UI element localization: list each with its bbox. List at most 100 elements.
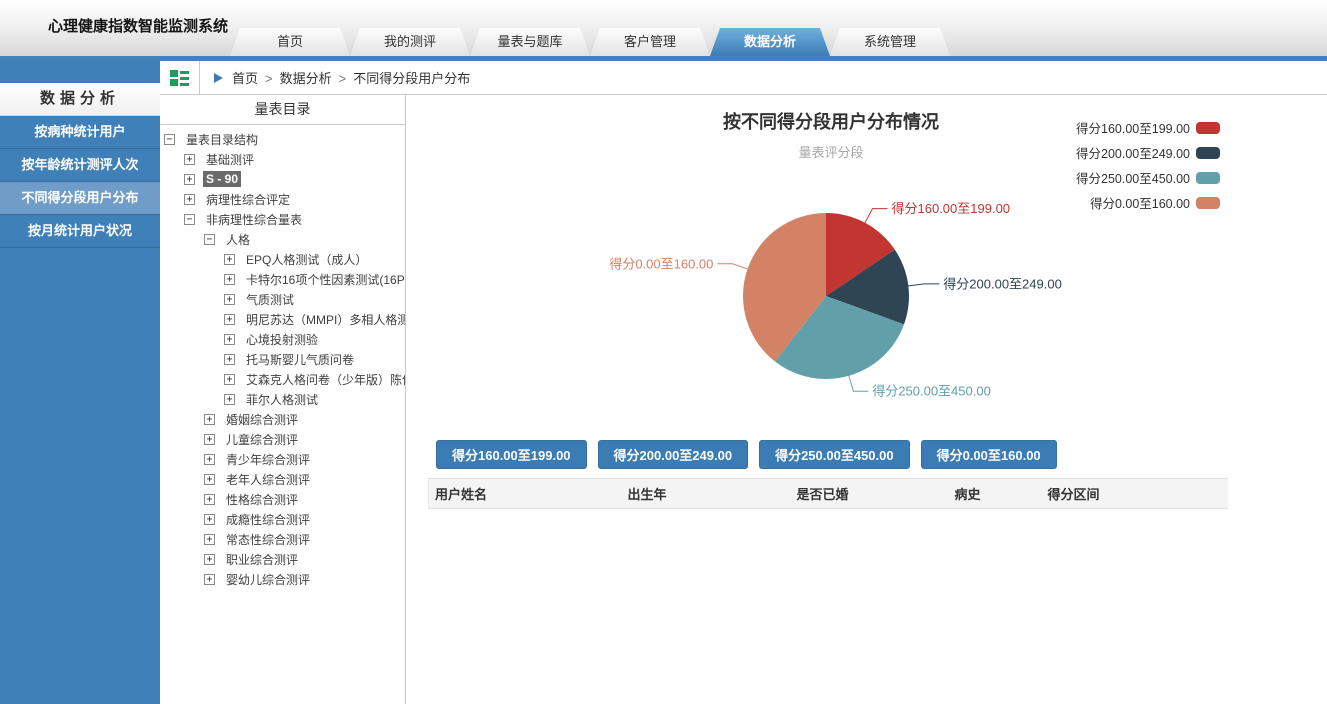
nav-tab[interactable]: 系统管理 bbox=[830, 28, 950, 56]
tree-item-label: 婴幼儿综合测评 bbox=[223, 570, 313, 589]
score-range-filter-button[interactable]: 得分0.00至160.00 bbox=[921, 440, 1057, 469]
tree-item[interactable]: + 气质测试 bbox=[160, 289, 405, 309]
tree-item-label: 病理性综合评定 bbox=[203, 190, 293, 209]
tree-toggle-icon[interactable]: + bbox=[204, 454, 215, 465]
tree-toggle-icon[interactable]: + bbox=[204, 494, 215, 505]
score-range-filter-button[interactable]: 得分160.00至199.00 bbox=[436, 440, 587, 469]
user-table-header-row: 用户姓名 出生年 是否已婚 病史 得分区间 bbox=[429, 479, 1229, 509]
tree-toggle-icon[interactable]: + bbox=[184, 194, 195, 205]
nav-tab[interactable]: 首页 bbox=[230, 28, 350, 56]
tree-toggle-icon[interactable]: − bbox=[204, 234, 215, 245]
tree-item-label: 老年人综合测评 bbox=[223, 470, 313, 489]
pie-label-line-0 bbox=[865, 209, 888, 224]
legend-swatch bbox=[1196, 172, 1220, 184]
tree-toggle-icon[interactable]: + bbox=[224, 394, 235, 405]
tree-item[interactable]: + 病理性综合评定 bbox=[160, 189, 405, 209]
tree-item[interactable]: + 常态性综合测评 bbox=[160, 529, 405, 549]
tree-item-label: 量表目录结构 bbox=[183, 130, 261, 149]
sidebar-item[interactable]: 按年龄统计测评人次 bbox=[0, 149, 160, 182]
tree-item[interactable]: + 性格综合测评 bbox=[160, 489, 405, 509]
tree-item[interactable]: + 心境投射测验 bbox=[160, 329, 405, 349]
pie-label-0: 得分160.00至199.00 bbox=[892, 201, 1011, 216]
legend-item[interactable]: 得分250.00至450.00 bbox=[1076, 165, 1220, 190]
tree-toggle-icon[interactable]: + bbox=[204, 534, 215, 545]
tree-item[interactable]: + 艾森克人格问卷（少年版）陈仲庚 bbox=[160, 369, 405, 389]
tree-item[interactable]: + 老年人综合测评 bbox=[160, 469, 405, 489]
tree-toggle-icon[interactable]: + bbox=[204, 414, 215, 425]
score-range-filter-button[interactable]: 得分250.00至450.00 bbox=[759, 440, 910, 469]
tree-toggle-icon[interactable]: + bbox=[224, 274, 235, 285]
legend-label: 得分200.00至249.00 bbox=[1076, 143, 1190, 162]
sidebar-item[interactable]: 按月统计用户状况 bbox=[0, 215, 160, 248]
tree-toggle-icon[interactable]: + bbox=[204, 574, 215, 585]
tree-toggle-icon[interactable]: + bbox=[204, 474, 215, 485]
tree-toggle-icon[interactable]: − bbox=[164, 134, 175, 145]
nav-tab[interactable]: 客户管理 bbox=[590, 28, 710, 56]
tree-item[interactable]: − 量表目录结构 bbox=[160, 129, 405, 149]
tree-item[interactable]: + 婴幼儿综合测评 bbox=[160, 569, 405, 589]
user-table: 用户姓名 出生年 是否已婚 病史 得分区间 bbox=[428, 478, 1228, 509]
tree-item-label: 性格综合测评 bbox=[223, 490, 301, 509]
tree-item-label: 常态性综合测评 bbox=[223, 530, 313, 549]
tree-item[interactable]: + 婚姻综合测评 bbox=[160, 409, 405, 429]
tree-toggle-icon[interactable]: + bbox=[224, 374, 235, 385]
tree-item-label: 基础测评 bbox=[203, 150, 257, 169]
tree-item[interactable]: + 菲尔人格测试 bbox=[160, 389, 405, 409]
tree-item[interactable]: − 人格 bbox=[160, 229, 405, 249]
user-table-column-header: 用户姓名 bbox=[429, 479, 622, 509]
main-content: 按不同得分段用户分布情况 量表评分段 得分160.00至199.00得分200.… bbox=[407, 95, 1327, 704]
tree-item[interactable]: + 托马斯婴儿气质问卷 bbox=[160, 349, 405, 369]
tree-toggle-icon[interactable]: + bbox=[204, 554, 215, 565]
tree-item-label: 托马斯婴儿气质问卷 bbox=[243, 350, 357, 369]
nav-tab[interactable]: 量表与题库 bbox=[470, 28, 590, 56]
breadcrumb-link[interactable]: 首页 bbox=[232, 71, 258, 86]
scale-catalog-title: 量表目录 bbox=[160, 95, 405, 125]
tree-toggle-icon[interactable]: + bbox=[224, 334, 235, 345]
tree-item[interactable]: + 明尼苏达（MMPI）多相人格测试 bbox=[160, 309, 405, 329]
tree-toggle-icon[interactable]: + bbox=[184, 154, 195, 165]
tree-item[interactable]: + 儿童综合测评 bbox=[160, 429, 405, 449]
tree-item[interactable]: + 基础测评 bbox=[160, 149, 405, 169]
tree-toggle-icon[interactable]: + bbox=[224, 354, 235, 365]
tree-item-label: 明尼苏达（MMPI）多相人格测试 bbox=[243, 310, 405, 329]
breadcrumb-link[interactable]: 不同得分段用户分布 bbox=[353, 71, 470, 86]
tree-item[interactable]: − 非病理性综合量表 bbox=[160, 209, 405, 229]
breadcrumb-link[interactable]: 数据分析 bbox=[280, 71, 332, 86]
tree-item[interactable]: + S - 90 bbox=[160, 169, 405, 189]
sidebar-item[interactable]: 按病种统计用户 bbox=[0, 116, 160, 149]
list-grid-icon-cell[interactable] bbox=[160, 61, 200, 94]
breadcrumb-separator: > bbox=[265, 71, 273, 86]
tree-toggle-icon[interactable]: + bbox=[184, 174, 195, 185]
tree-item[interactable]: + 职业综合测评 bbox=[160, 549, 405, 569]
breadcrumb-bar: 首页> 数据分析> 不同得分段用户分布> bbox=[160, 61, 1327, 95]
tree-toggle-icon[interactable]: + bbox=[224, 314, 235, 325]
score-range-filter-button[interactable]: 得分200.00至249.00 bbox=[598, 440, 749, 469]
legend-item[interactable]: 得分0.00至160.00 bbox=[1090, 190, 1220, 215]
legend-item[interactable]: 得分200.00至249.00 bbox=[1076, 140, 1220, 165]
legend-label: 得分160.00至199.00 bbox=[1076, 118, 1190, 137]
sidebar-item[interactable]: 不同得分段用户分布 bbox=[0, 182, 160, 215]
nav-tab[interactable]: 我的测评 bbox=[350, 28, 470, 56]
user-table-column-header: 出生年 bbox=[622, 479, 791, 509]
main-nav: 首页 我的测评 量表与题库 客户管理 bbox=[230, 28, 950, 56]
sidebar-title: 数据分析 bbox=[0, 83, 160, 116]
sidebar-item-label: 按月统计用户状况 bbox=[28, 223, 132, 238]
tree-item-label: 人格 bbox=[223, 230, 253, 249]
tree-toggle-icon[interactable]: + bbox=[224, 254, 235, 265]
nav-tab-label: 首页 bbox=[230, 28, 350, 56]
chart-legend: 得分160.00至199.00 得分200.00至249.00 得分250.00… bbox=[1076, 115, 1220, 215]
tree-toggle-icon[interactable]: − bbox=[184, 214, 195, 225]
legend-item[interactable]: 得分160.00至199.00 bbox=[1076, 115, 1220, 140]
tree-item[interactable]: + 卡特尔16项个性因素测试(16PF) bbox=[160, 269, 405, 289]
tree-toggle-icon[interactable]: + bbox=[204, 434, 215, 445]
legend-swatch bbox=[1196, 122, 1220, 134]
tree-item[interactable]: + 青少年综合测评 bbox=[160, 449, 405, 469]
legend-swatch bbox=[1196, 147, 1220, 159]
nav-tab[interactable]: 数据分析 bbox=[710, 28, 830, 56]
tree-item-label: 心境投射测验 bbox=[243, 330, 321, 349]
tree-toggle-icon[interactable]: + bbox=[204, 514, 215, 525]
tree-item[interactable]: + 成瘾性综合测评 bbox=[160, 509, 405, 529]
tree-toggle-icon[interactable]: + bbox=[224, 294, 235, 305]
tree-item[interactable]: + EPQ人格测试（成人） bbox=[160, 249, 405, 269]
pie-label-1: 得分200.00至249.00 bbox=[943, 276, 1062, 291]
